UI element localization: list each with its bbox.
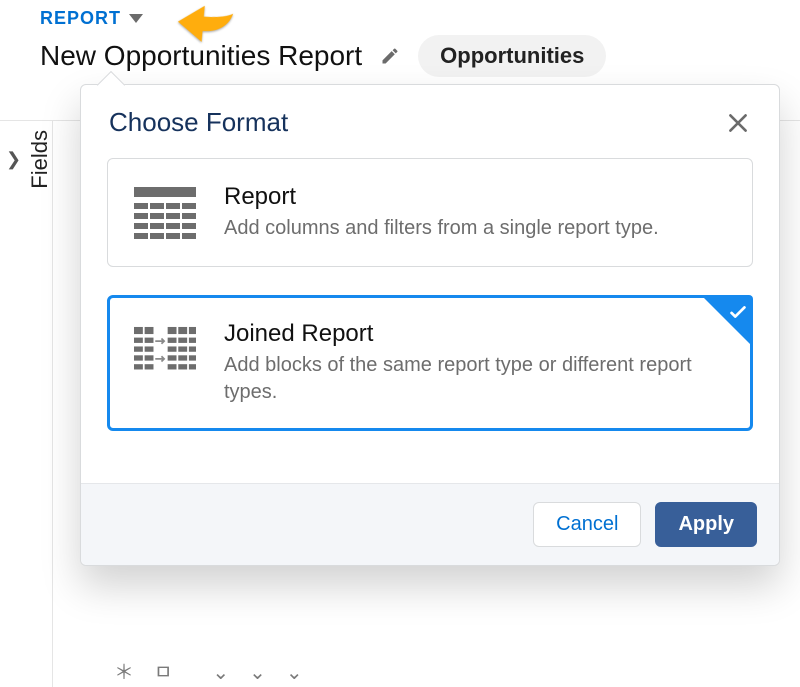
edit-pencil-icon[interactable] bbox=[380, 46, 400, 66]
modal-footer: Cancel Apply bbox=[81, 483, 779, 565]
divider-vertical bbox=[52, 120, 53, 687]
cancel-button[interactable]: Cancel bbox=[533, 502, 641, 547]
choose-format-modal: Choose Format Report Add columns and fil… bbox=[80, 84, 780, 566]
joined-table-icon bbox=[134, 324, 196, 376]
format-option-desc: Add columns and filters from a single re… bbox=[224, 215, 659, 242]
table-icon bbox=[134, 187, 196, 239]
modal-title: Choose Format bbox=[109, 107, 288, 138]
truncated-text: ＊ ㅁ ⌄ ⌄ ⌄ bbox=[114, 656, 303, 685]
format-option-report[interactable]: Report Add columns and filters from a si… bbox=[107, 158, 753, 267]
close-icon[interactable] bbox=[725, 110, 751, 136]
apply-button[interactable]: Apply bbox=[655, 502, 757, 547]
report-type-label: REPORT bbox=[40, 8, 121, 29]
selected-check-icon bbox=[701, 295, 753, 347]
report-type-dropdown[interactable]: REPORT bbox=[40, 8, 143, 29]
format-option-desc: Add blocks of the same report type or di… bbox=[224, 352, 726, 406]
fields-panel-label: Fields bbox=[27, 130, 53, 189]
report-title-row: New Opportunities Report Opportunities bbox=[40, 35, 800, 77]
record-type-pill[interactable]: Opportunities bbox=[418, 35, 606, 77]
fields-panel-toggle[interactable]: ❯ Fields bbox=[6, 130, 53, 189]
caret-down-icon bbox=[129, 14, 143, 23]
format-option-title: Joined Report bbox=[224, 320, 726, 348]
annotation-arrow-icon bbox=[174, 0, 236, 48]
format-option-joined-report[interactable]: Joined Report Add blocks of the same rep… bbox=[107, 295, 753, 431]
chevron-right-icon: ❯ bbox=[6, 149, 21, 170]
format-option-title: Report bbox=[224, 183, 659, 211]
